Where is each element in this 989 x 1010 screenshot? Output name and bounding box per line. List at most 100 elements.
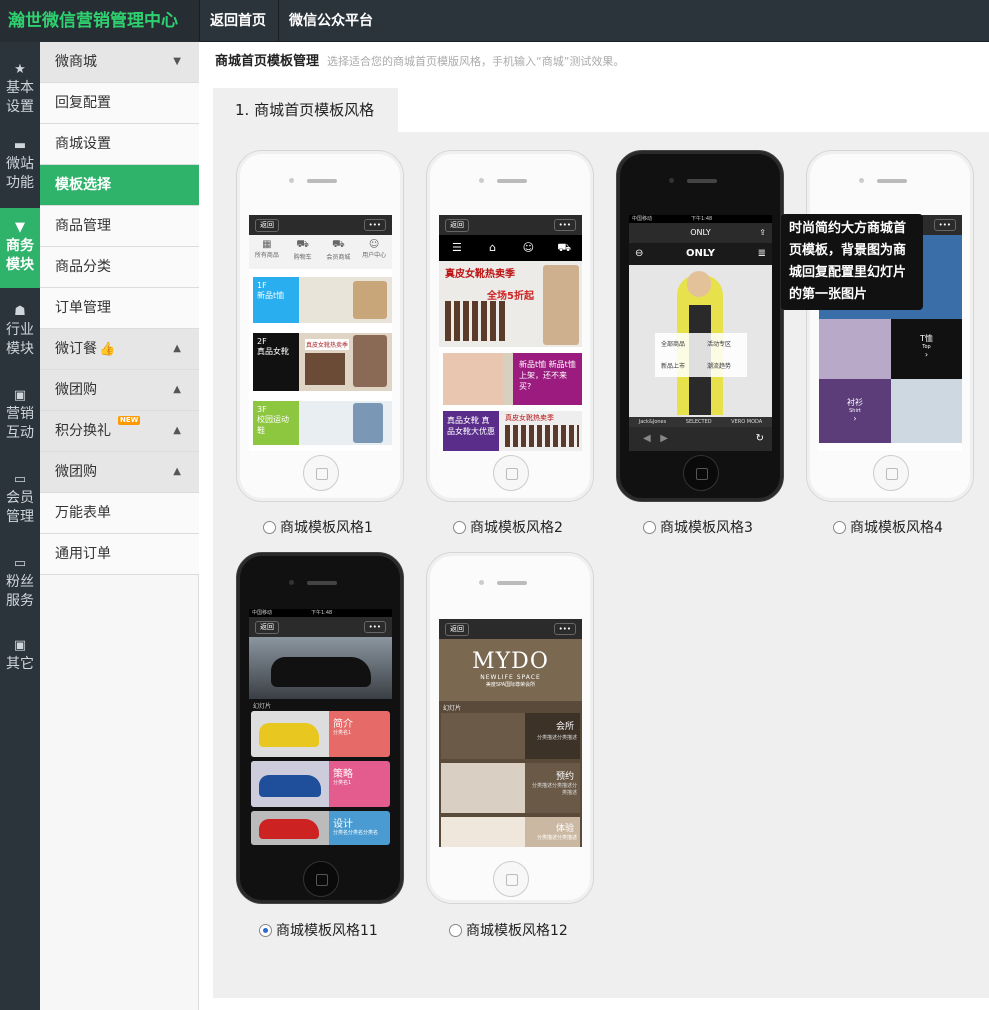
submenu-group-buy[interactable]: 微团购 ▲ [40, 370, 199, 411]
category-label: 商务模块 [6, 238, 34, 273]
submenu-order-manage[interactable]: 订单管理 [40, 288, 199, 329]
floor-1: 1F 新品t恤 [253, 277, 392, 323]
tile-shirt: 衬衫 Shirt › [819, 379, 891, 443]
template-preview-11[interactable]: 中国移动 下午1:48 返回 ••• 幻灯片 简介 分类名1 策略 分类名1 设计 … [236, 552, 404, 904]
category-fans[interactable]: ▭ 粉丝服务 [0, 544, 40, 624]
more-icon: ••• [933, 219, 956, 231]
arrow-right-icon: ▶ [660, 433, 668, 444]
more-icon: ••• [553, 623, 576, 635]
card-icon: ▭ [13, 556, 27, 571]
menu-trends: 潮流趋势 [707, 363, 732, 370]
nav-wechat-platform-link[interactable]: 微信公众平台 [278, 0, 383, 42]
template-preview-4[interactable]: 返回••• T恤Top› 衬衫Shirt› [806, 150, 974, 502]
menu-icon: ☰ [451, 241, 462, 254]
category-subtitle: 分类描述分类描述 [536, 735, 577, 741]
header-title: ONLY [690, 228, 711, 237]
template-preview-12[interactable]: 返回 ••• MYDO NEWLIFE SPACE 美度SPA国际尊荣会所 幻灯片… [426, 552, 594, 904]
category-label: 会员管理 [6, 490, 34, 525]
screen-header: 返回 ••• [439, 215, 582, 235]
submenu-label: 回复配置 [55, 95, 111, 111]
template-option-4[interactable]: 商城模板风格4 [833, 518, 943, 538]
category-title: 会所 [555, 722, 574, 732]
category-title: 设计 [333, 819, 353, 830]
template-preview-3[interactable]: 中国移动 下午1:48 ONLY ⇪ ⊖ ONLY ≣ 全部商品 活动专区 新品上市 潮… [616, 150, 784, 502]
clock-text: 下午1:48 [691, 216, 713, 222]
category-label: 营销互动 [6, 406, 34, 441]
submenu-label: 微商城 [55, 54, 97, 70]
radio-button[interactable] [453, 521, 466, 534]
sub-menu: 微商城 ▼ 回复配置 商城设置 模板选择 商品管理 商品分类 订单管理 微订餐 👍 ▲… [40, 42, 199, 1010]
category-label: 粉丝服务 [6, 574, 34, 609]
template-label: 商城模板风格12 [466, 923, 568, 939]
template-option-11[interactable]: 商城模板风格11 [259, 921, 378, 941]
submenu-product-manage[interactable]: 商品管理 [40, 206, 199, 247]
submenu-universal-form[interactable]: 万能表单 [40, 493, 199, 534]
submenu-shop-settings[interactable]: 商城设置 [40, 124, 199, 165]
refresh-icon: ↻ [755, 433, 764, 444]
floor-number: 2F [257, 337, 267, 346]
submenu-reply-config[interactable]: 回复配置 [40, 83, 199, 124]
thumbs-up-icon: 👍 [99, 342, 116, 357]
brand-label: Jack&Jones [638, 419, 667, 425]
page-hint: 选择适合您的商城首页模版风格，手机输入“商城”测试效果。 [327, 55, 625, 68]
template-option-1[interactable]: 商城模板风格1 [263, 518, 373, 538]
submenu-points-gift[interactable]: 积分换礼 NEW ▲ [40, 411, 199, 452]
category-other[interactable]: ▣ 其它 [0, 628, 40, 688]
truck-icon: ⛟ [332, 239, 345, 250]
template-option-12[interactable]: 商城模板风格12 [449, 921, 568, 941]
nav-label: 所有商品 [254, 252, 279, 259]
template-preview-2[interactable]: 返回 ••• ☰ ⌂ ☺ ⛟ 真皮女靴热卖季 全场5折起 新品t恤 新品t恤上架，还不来… [426, 150, 594, 502]
submenu-micro-dining[interactable]: 微订餐 👍 ▲ [40, 329, 199, 370]
category-microsite[interactable]: ▬ 微站功能 [0, 126, 40, 206]
template-preview-1[interactable]: 返回 ••• ▦ 所有商品 ⛟ 购物车 ⛟ 会员商城 ☺ 用户中心 1F 新品t恤 2F 真品… [236, 150, 404, 502]
category-label: 微站功能 [6, 156, 34, 191]
category-business[interactable]: ▼ 商务模块 [0, 208, 40, 288]
category-basic-settings[interactable]: ★ 基本设置 [0, 52, 40, 124]
category-sidebar: ★ 基本设置 ▬ 微站功能 ▼ 商务模块 ☗ 行业模块 ▣ 营销互动 ▭ 会员管… [0, 42, 40, 1010]
home-button [303, 455, 339, 491]
submenu-product-category[interactable]: 商品分类 [40, 247, 199, 288]
screen-header: 返回 ••• [249, 215, 392, 235]
tile-title: T恤 [920, 334, 933, 343]
radio-button[interactable] [263, 521, 276, 534]
submenu-weishop[interactable]: 微商城 ▼ [40, 42, 199, 83]
template-option-2[interactable]: 商城模板风格2 [453, 518, 563, 538]
submenu-general-order[interactable]: 通用订单 [40, 534, 199, 575]
category-industry[interactable]: ☗ 行业模块 [0, 292, 40, 372]
caret-up-icon: ▲ [173, 343, 181, 354]
nav-all-products: ▦ 所有商品 [249, 235, 285, 269]
category-intro: 简介 分类名1 [251, 711, 390, 757]
radio-button-selected[interactable] [259, 924, 272, 937]
gift-icon: ▣ [13, 388, 27, 403]
submenu-label: 商品分类 [55, 259, 111, 275]
card-icon: ▭ [13, 472, 27, 487]
nav-home-link[interactable]: 返回首页 [199, 0, 276, 42]
submenu-template-select[interactable]: 模板选择 [40, 165, 199, 206]
template-option-3[interactable]: 商城模板风格3 [643, 518, 753, 538]
status-bar: 中国移动 下午1:48 [629, 215, 772, 223]
radio-button[interactable] [833, 521, 846, 534]
chevron-right-icon: › [853, 414, 857, 423]
category-subtitle: 分类描述分类描述分类描述 [531, 783, 577, 796]
floor-number: 3F [257, 405, 267, 414]
speaker-grille [687, 179, 717, 183]
template-label: 商城模板风格4 [850, 520, 943, 536]
caret-up-icon: ▲ [173, 466, 181, 477]
category-marketing[interactable]: ▣ 营销互动 [0, 376, 40, 456]
brand-name: ONLY [686, 248, 715, 259]
back-button: 返回 [255, 219, 279, 232]
hero-image: 全部商品 活动专区 新品上市 潮流趋势 [629, 265, 772, 417]
category-label: 其它 [6, 656, 34, 672]
radio-button[interactable] [643, 521, 656, 534]
star-icon: ★ [14, 62, 26, 77]
radio-button[interactable] [449, 924, 462, 937]
tile-new-tshirt: 新品t恤 新品t恤上架，还不来买? [443, 353, 582, 405]
arrow-left-icon: ◀ [643, 433, 651, 444]
brand-title: 瀚世微信营销管理中心 [0, 0, 199, 42]
gift-icon: ▣ [13, 638, 27, 653]
submenu-group-buy-2[interactable]: 微团购 ▲ [40, 452, 199, 493]
camera-icon [289, 178, 294, 183]
tab-template-style[interactable]: 1. 商城首页模板风格 [213, 88, 398, 132]
cart-icon: ⛟ [557, 241, 572, 254]
category-members[interactable]: ▭ 会员管理 [0, 460, 40, 540]
